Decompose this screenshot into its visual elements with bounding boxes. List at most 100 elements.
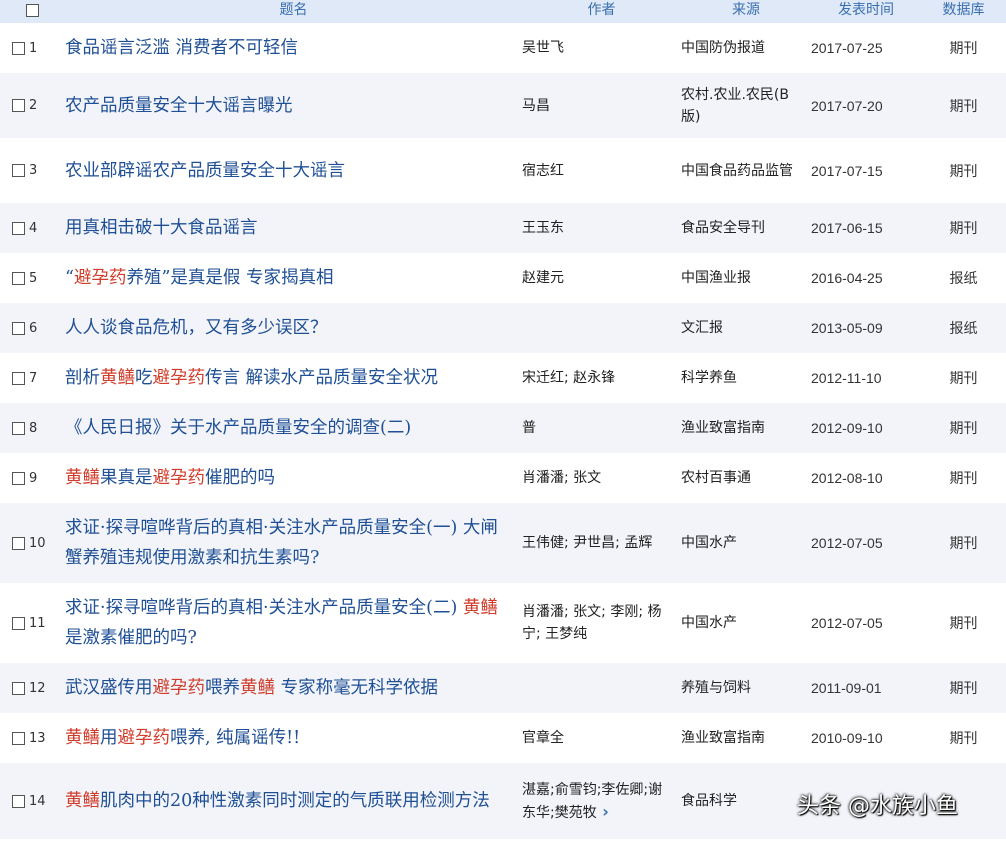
author-links[interactable]: 王玉东 [522,220,564,236]
author-links[interactable]: 赵建元 [522,270,564,286]
column-header-date[interactable]: 发表时间 [811,0,921,23]
highlighted-keyword[interactable]: 黄鳝 [463,598,498,618]
author-links[interactable]: 官章全 [522,730,564,746]
column-header-database[interactable]: 数据库 [921,0,1006,23]
title-text[interactable]: 专家称毫无科学依据 [275,678,439,698]
title-link[interactable]: 武汉盛传用避孕药喂养黄鳝 专家称毫无科学依据 [65,663,522,713]
row-checkbox[interactable] [12,371,25,385]
author-links[interactable]: 肖潘潘; 张文 [522,470,601,486]
title-text[interactable]: 养殖”是真是假 专家揭真相 [126,268,333,288]
watermark: 头条 @水族小鱼 [797,794,958,819]
source-link[interactable]: 渔业致富指南 [681,403,811,453]
title-text[interactable]: 食品谣言泛滥 消费者不可轻信 [65,38,298,58]
author-links[interactable]: 湛嘉;俞雪钧;李佐卿;谢东华;樊苑牧 [522,782,662,821]
row-checkbox[interactable] [12,681,25,695]
title-link[interactable]: 求证·探寻喧哗背后的真相·关注水产品质量安全(二) 黄鳝是激素催肥的吗? [65,583,522,663]
title-link[interactable]: 黄鳝用避孕药喂养, 纯属谣传!! [65,713,522,763]
source-link[interactable]: 中国食品药品监管 [681,138,811,203]
title-text[interactable]: 肌肉中的20种性激素同时测定的气质联用检测方法 [100,791,490,811]
row-checkbox[interactable] [12,616,25,630]
highlighted-keyword[interactable]: 避孕药 [153,678,206,698]
chevron-right-icon[interactable]: › [597,802,609,821]
source-link[interactable]: 中国渔业报 [681,253,811,303]
author-links[interactable]: 吴世飞 [522,40,564,56]
publish-date: 2012-08-10 [811,453,921,503]
highlighted-keyword[interactable]: 黄鳝 [65,728,100,748]
highlighted-keyword[interactable]: 避孕药 [118,728,171,748]
source-link[interactable]: 食品科学 [681,763,811,839]
row-checkbox[interactable] [12,271,25,285]
author-links[interactable]: 王伟健; 尹世昌; 孟辉 [522,535,652,551]
row-checkbox[interactable] [12,221,25,235]
source-link[interactable]: 渔业致富指南 [681,713,811,763]
title-text[interactable]: 《人民日报》关于水产品质量安全的调查(二) [65,418,411,438]
title-text[interactable]: 农产品质量安全十大谣言曝光 [65,96,293,116]
author-links[interactable]: 宋迁红; 赵永锋 [522,370,615,386]
title-text[interactable]: 用真相击破十大食品谣言 [65,218,258,238]
title-link[interactable]: 食品谣言泛滥 消费者不可轻信 [65,23,522,73]
title-text[interactable]: 是激素催肥的吗? [65,628,197,648]
row-checkbox[interactable] [12,164,25,177]
source-link[interactable]: 农村.农业.农民(B版) [681,73,811,138]
title-link[interactable]: 剖析黄鳝吃避孕药传言 解读水产品质量安全状况 [65,353,522,403]
source-link[interactable]: 农村百事通 [681,453,811,503]
author-links[interactable]: 马昌 [522,98,550,114]
author-links[interactable]: 普 [522,420,536,436]
source-link[interactable]: 文汇报 [681,303,811,353]
source-link[interactable]: 中国防伪报道 [681,23,811,73]
highlighted-keyword[interactable]: 避孕药 [153,368,206,388]
title-link[interactable]: 农产品质量安全十大谣言曝光 [65,73,522,138]
title-link[interactable]: 农业部辟谣农产品质量安全十大谣言 [65,138,522,203]
title-text[interactable]: 喂养 [205,678,240,698]
title-text[interactable]: 求证·探寻喧哗背后的真相·关注水产品质量安全(二) [65,598,463,618]
source-link[interactable]: 中国水产 [681,583,811,663]
column-header-title[interactable]: 题名 [65,0,522,23]
publish-date: 2017-07-15 [811,138,921,203]
title-text[interactable]: 人人谈食品危机，又有多少误区？ [65,318,328,338]
highlighted-keyword[interactable]: 黄鳝 [100,368,135,388]
title-text[interactable]: 武汉盛传用 [65,678,153,698]
row-number: 13 [29,730,46,746]
row-checkbox[interactable] [12,731,25,745]
highlighted-keyword[interactable]: 黄鳝 [240,678,275,698]
title-text[interactable]: “ [65,268,74,288]
title-link[interactable]: “避孕药养殖”是真是假 专家揭真相 [65,253,522,303]
row-checkbox[interactable] [12,794,25,808]
title-link[interactable]: 求证·探寻喧哗背后的真相·关注水产品质量安全(一) 大闸蟹养殖违规使用激素和抗生… [65,503,522,583]
highlighted-keyword[interactable]: 避孕药 [74,268,127,288]
title-link[interactable]: 黄鳝肌肉中的20种性激素同时测定的气质联用检测方法 [65,763,522,839]
source-link[interactable]: 养殖与饲料 [681,663,811,713]
highlighted-keyword[interactable]: 黄鳝 [65,791,100,811]
row-checkbox[interactable] [12,421,25,435]
title-link[interactable]: 黄鳝果真是避孕药催肥的吗 [65,453,522,503]
source-link[interactable]: 食品安全导刊 [681,203,811,253]
title-text[interactable]: 剖析 [65,368,100,388]
select-all-header[interactable] [0,0,65,23]
author-links[interactable]: 宿志红 [522,163,564,179]
title-text[interactable]: 催肥的吗 [205,468,275,488]
title-text[interactable]: 用 [100,728,118,748]
source-link[interactable]: 科学养鱼 [681,353,811,403]
column-header-author[interactable]: 作者 [522,0,681,23]
row-checkbox[interactable] [12,536,25,550]
title-link[interactable]: 人人谈食品危机，又有多少误区？ [65,303,522,353]
row-checkbox[interactable] [12,321,25,335]
column-header-source[interactable]: 来源 [681,0,811,23]
title-text[interactable]: 喂养, 纯属谣传!! [170,728,300,748]
row-checkbox[interactable] [12,99,25,112]
title-text[interactable]: 果真是 [100,468,153,488]
database-type: 期刊 [921,503,1006,583]
highlighted-keyword[interactable]: 避孕药 [153,468,206,488]
title-text[interactable]: 求证·探寻喧哗背后的真相·关注水产品质量安全(一) 大闸蟹养殖违规使用激素和抗生… [65,518,498,568]
row-checkbox[interactable] [12,41,25,55]
select-all-checkbox[interactable] [26,3,39,17]
row-checkbox[interactable] [12,471,25,485]
title-link[interactable]: 用真相击破十大食品谣言 [65,203,522,253]
title-link[interactable]: 《人民日报》关于水产品质量安全的调查(二) [65,403,522,453]
source-link[interactable]: 中国水产 [681,503,811,583]
title-text[interactable]: 农业部辟谣农产品质量安全十大谣言 [65,161,345,181]
title-text[interactable]: 吃 [135,368,153,388]
title-text[interactable]: 传言 解读水产品质量安全状况 [205,368,438,388]
highlighted-keyword[interactable]: 黄鳝 [65,468,100,488]
author-links[interactable]: 肖潘潘; 张文; 李刚; 杨宁; 王梦纯 [522,604,662,642]
